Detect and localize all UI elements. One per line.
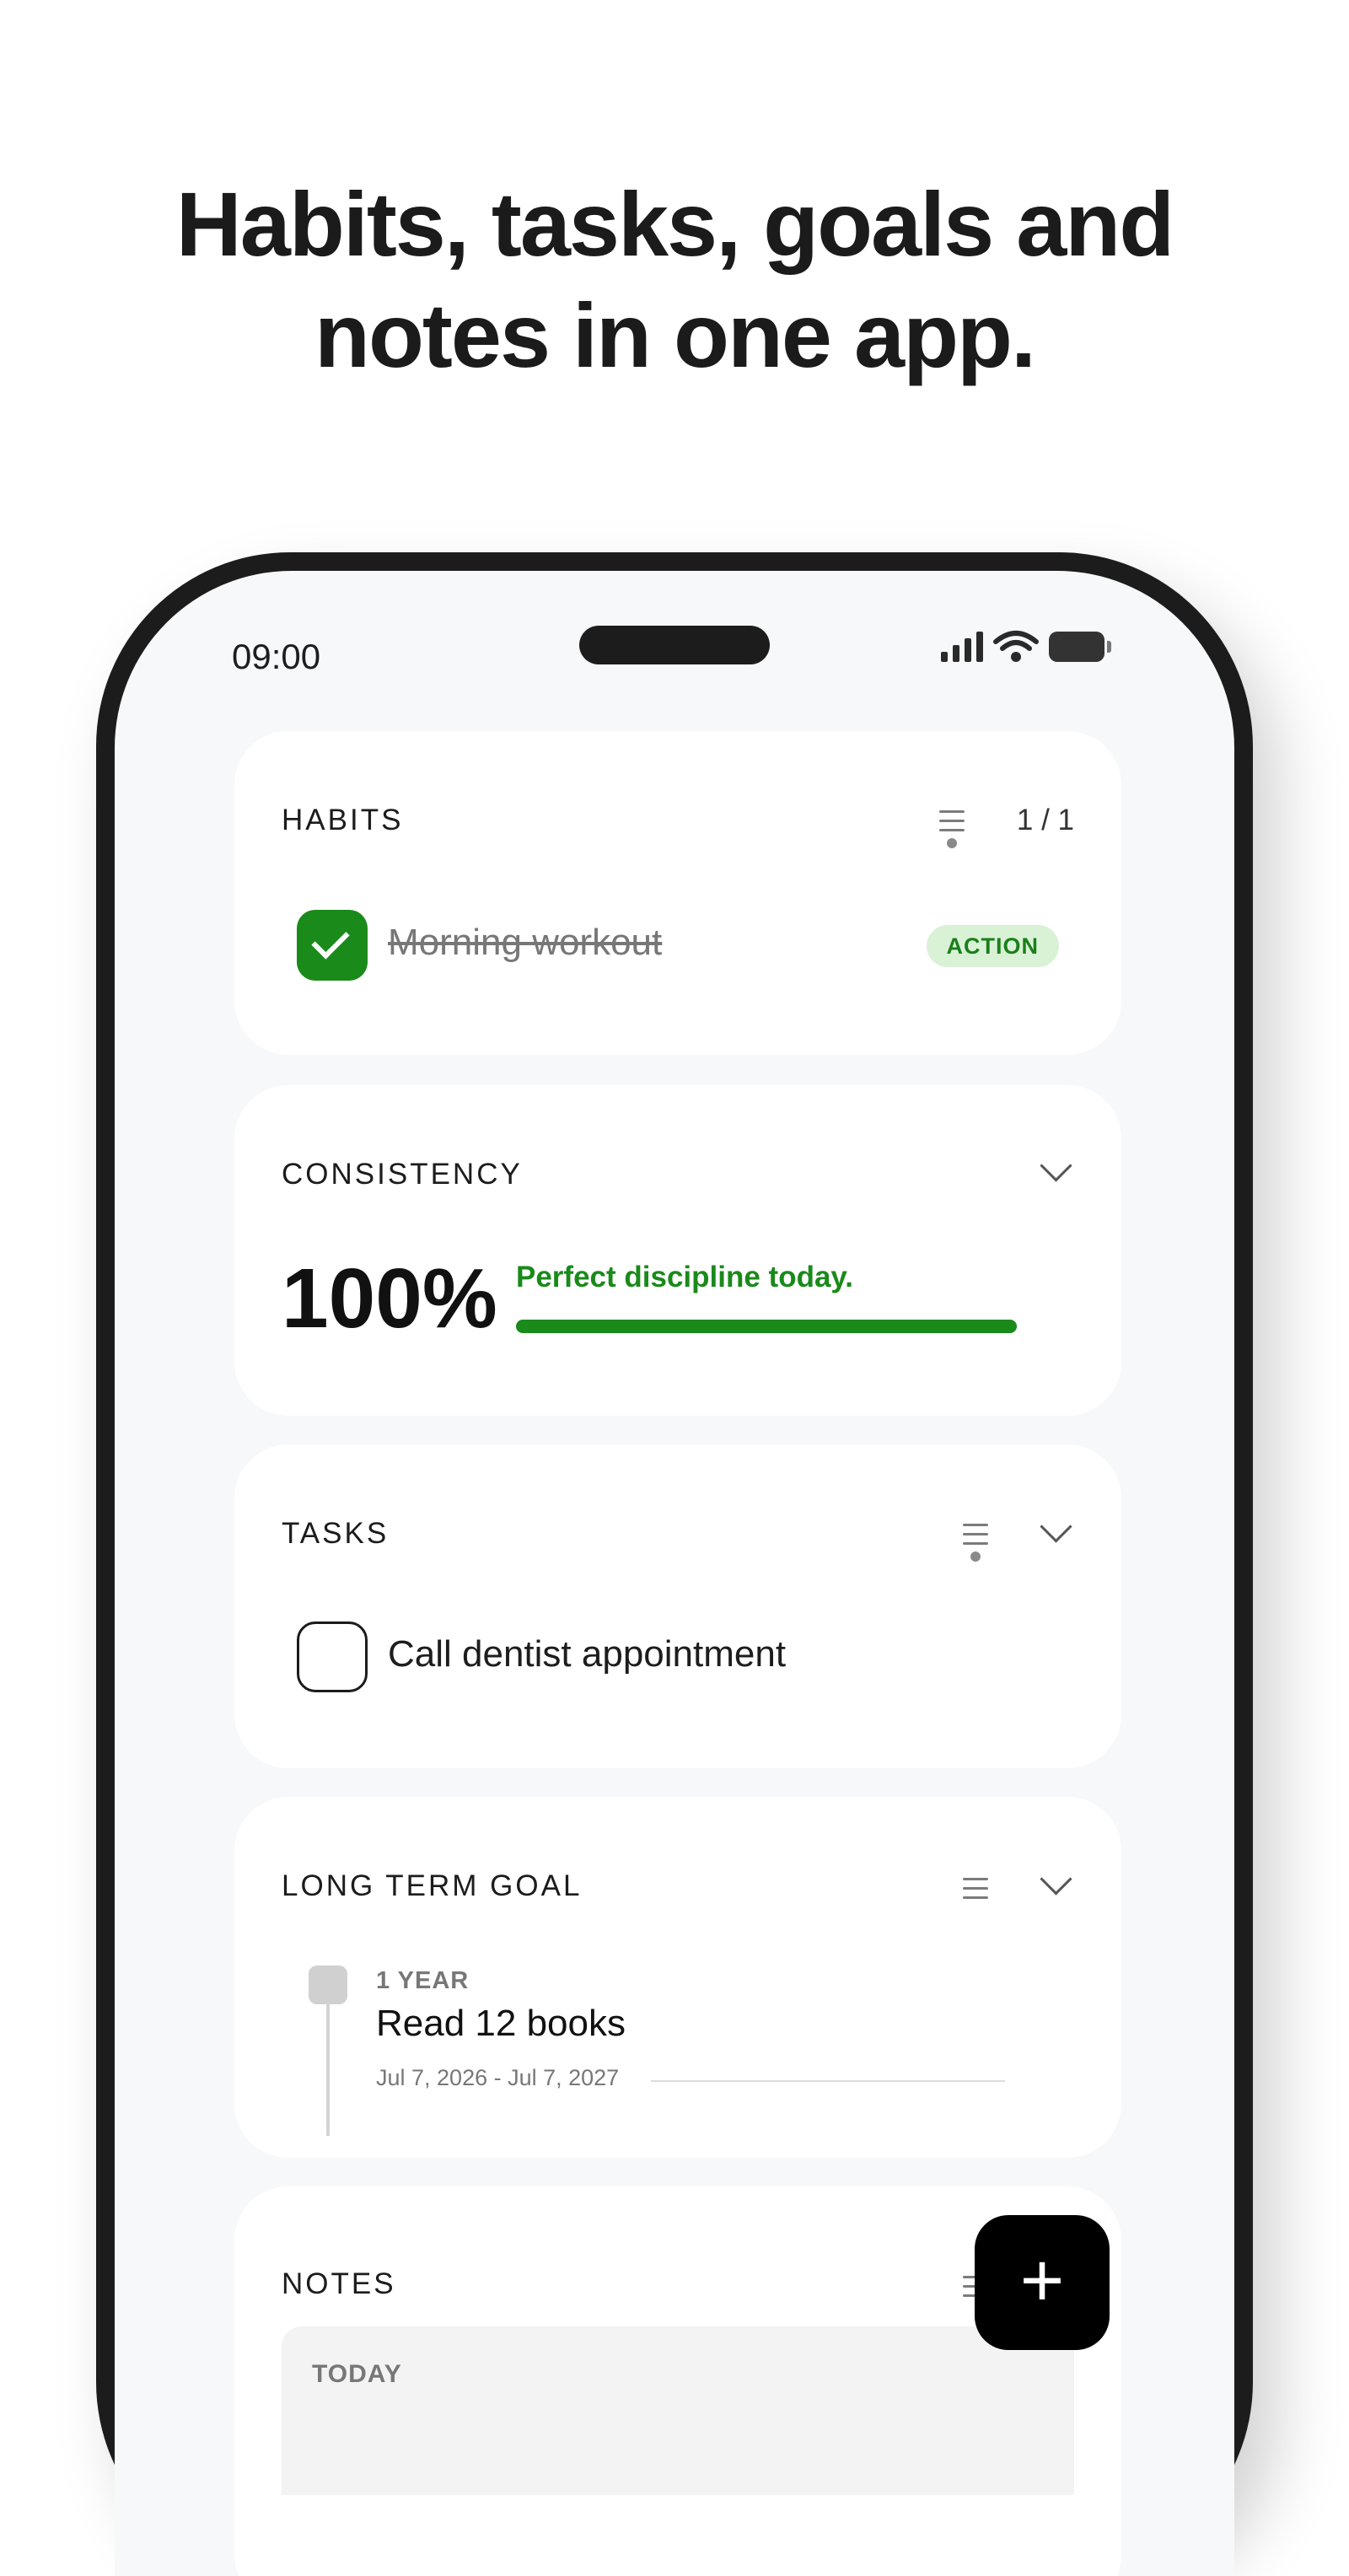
habits-sort-icon[interactable] <box>939 810 965 848</box>
status-bar: 09:00 <box>115 571 1234 714</box>
goal-dates: Jul 7, 2026 - Jul 7, 2027 <box>376 2065 620 2090</box>
goal-chevron-down-icon[interactable] <box>1040 1863 1072 1896</box>
headline: Habits, tasks, goals and notes in one ap… <box>0 169 1349 391</box>
goal-marker <box>309 1966 347 2004</box>
consistency-message: Perfect discipline today. <box>516 1261 854 1293</box>
goal-progress-line <box>651 2080 1005 2082</box>
habits-card: HABITS 1 / 1 Morning workout ACTION <box>234 731 1121 1055</box>
long-term-goal-card: LONG TERM GOAL 1 YEAR Read 12 books Jul … <box>234 1797 1121 2158</box>
tasks-card: TASKS Call dentist appointment <box>234 1444 1121 1768</box>
notes-title: NOTES <box>282 2267 396 2300</box>
wifi-icon <box>993 631 1039 662</box>
signal-icon <box>941 632 983 662</box>
goal-timeline <box>326 2004 330 2136</box>
consistency-progress-bar <box>516 1320 1017 1333</box>
consistency-progress-fill <box>516 1320 1017 1333</box>
tasks-title: TASKS <box>282 1517 390 1550</box>
status-icons <box>941 630 1111 664</box>
consistency-card: CONSISTENCY 100% Perfect discipline toda… <box>234 1085 1121 1416</box>
tasks-chevron-down-icon[interactable] <box>1040 1510 1072 1543</box>
battery-icon <box>1049 632 1111 662</box>
goal-name[interactable]: Read 12 books <box>376 2003 626 2045</box>
notes-today-label: TODAY <box>312 2360 402 2388</box>
consistency-chevron-down-icon[interactable] <box>1040 1149 1072 1182</box>
task-checkbox[interactable] <box>297 1621 368 1692</box>
add-button[interactable]: + <box>975 2215 1110 2350</box>
task-label[interactable]: Call dentist appointment <box>388 1633 786 1675</box>
habit-checkbox[interactable] <box>297 910 368 981</box>
consistency-percent: 100% <box>282 1251 497 1346</box>
headline-line-1: Habits, tasks, goals and <box>175 173 1174 275</box>
goal-period: 1 YEAR <box>376 1967 470 1994</box>
long-term-goal-title: LONG TERM GOAL <box>282 1869 583 1902</box>
habits-count: 1 / 1 <box>1016 804 1074 836</box>
status-time: 09:00 <box>232 637 321 676</box>
notes-today-group: TODAY <box>282 2326 1074 2495</box>
consistency-title: CONSISTENCY <box>282 1158 523 1191</box>
habits-title: HABITS <box>282 804 404 836</box>
habit-label[interactable]: Morning workout <box>388 922 662 964</box>
tasks-sort-icon[interactable] <box>963 1524 988 1562</box>
dynamic-island <box>579 626 770 664</box>
headline-line-2: notes in one app. <box>314 284 1036 386</box>
goal-menu-icon[interactable] <box>963 1878 988 1906</box>
habit-action-badge[interactable]: ACTION <box>926 925 1059 967</box>
